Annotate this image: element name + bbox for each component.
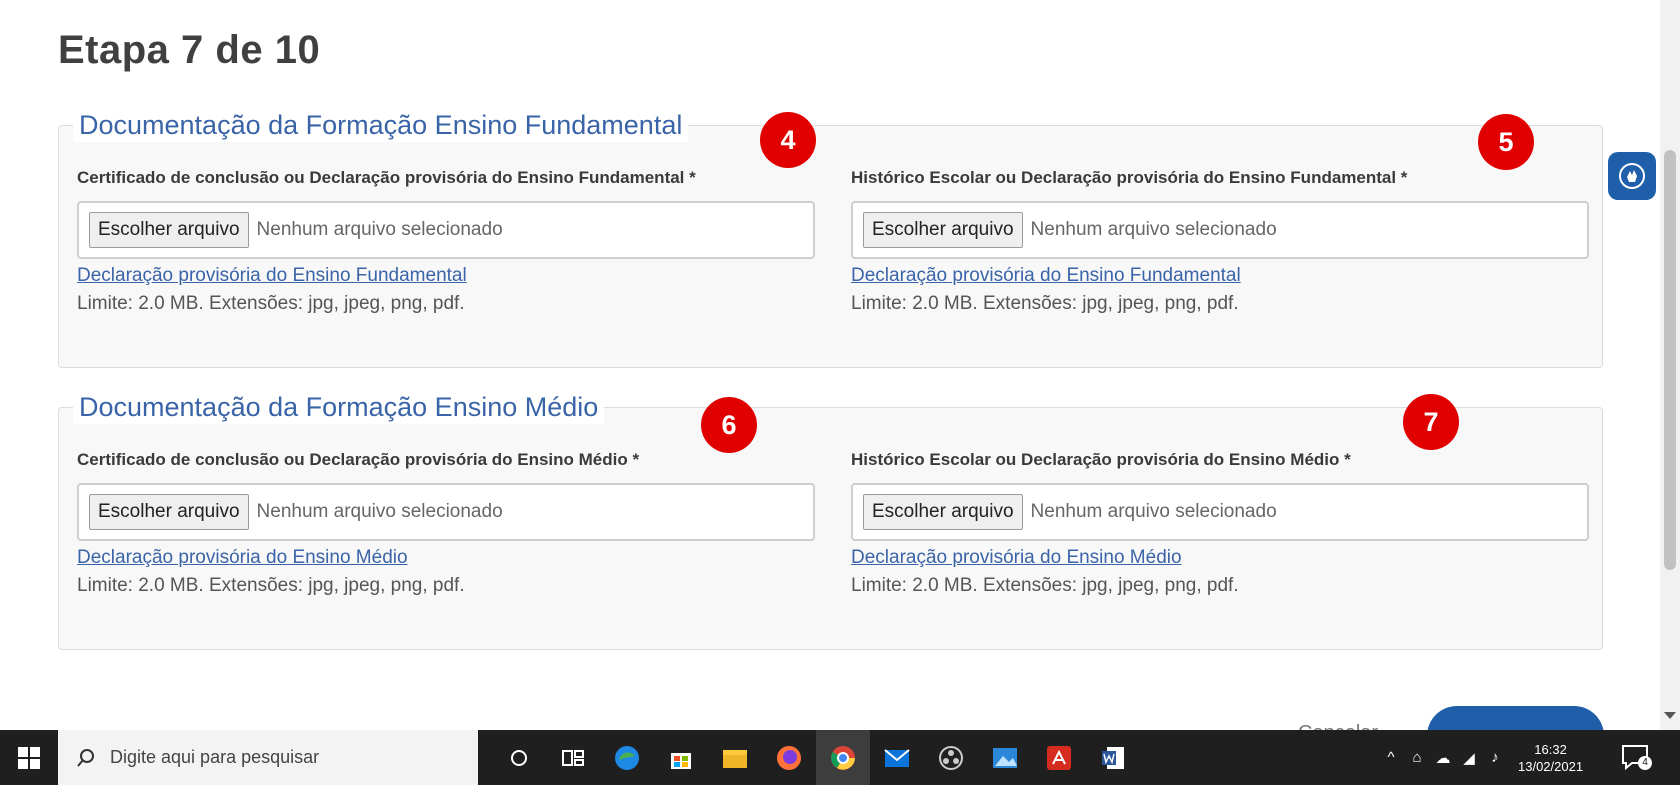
firefox-icon [777,745,801,770]
field-label: Certificado de conclusão ou Declaração p… [77,168,696,187]
pdf-acrobat-icon [1047,745,1071,770]
file-status: Nenhum arquivo selecionado [256,219,503,240]
file-limit-text: Limite: 2.0 MB. Extensões: jpg, jpeg, pn… [77,293,465,314]
taskbar-photos[interactable] [978,730,1032,785]
photos-icon [993,747,1017,768]
system-tray: ^ ⌂ ☁ ◢ ♪ 16:32 13/02/2021 [1378,730,1583,785]
field-label: Histórico Escolar ou Declaração provisór… [851,168,1408,187]
chrome-icon [831,745,855,770]
file-input-certificado-fundamental[interactable]: Escolher arquivo Nenhum arquivo selecion… [77,201,815,259]
browser-page: Etapa 7 de 10 Documentação da Formação E… [0,0,1680,785]
annotation-badge-7: 7 [1403,394,1459,450]
field-certificado-medio: Certificado de conclusão ou Declaração p… [77,450,815,597]
annotation-badge-5: 5 [1478,114,1534,170]
annotation-badge-6: 6 [701,397,757,453]
page-scrollbar[interactable] [1660,0,1680,730]
taskbar-clock[interactable]: 16:32 13/02/2021 [1518,741,1583,775]
declaracao-link[interactable]: Declaração provisória do Ensino Médio [851,547,1182,569]
folder-icon [723,749,747,768]
annotation-badge-4: 4 [760,112,816,168]
obs-record-icon [939,745,963,770]
taskbar-firefox[interactable] [762,730,816,785]
network-icon[interactable]: ◢ [1456,749,1482,767]
notification-center-button[interactable]: 4 [1620,742,1652,772]
taskbar-file-explorer[interactable] [708,730,762,785]
accessibility-button[interactable] [1608,152,1656,200]
taskbar-chrome[interactable] [816,730,870,785]
section-ensino-medio: Documentação da Formação Ensino Médio Ce… [58,390,1603,650]
taskbar-acrobat[interactable] [1032,730,1086,785]
clock-time: 16:32 [1534,741,1567,757]
choose-file-button[interactable]: Escolher arquivo [863,212,1023,248]
file-limit-text: Limite: 2.0 MB. Extensões: jpg, jpeg, pn… [77,575,465,596]
taskbar-search[interactable]: Digite aqui para pesquisar [58,730,478,785]
taskbar-word[interactable] [1086,730,1140,785]
taskbar-store[interactable] [654,730,708,785]
volume-icon[interactable]: ♪ [1482,749,1508,766]
task-view-icon [562,749,584,766]
mail-icon [884,748,910,767]
file-input-historico-medio[interactable]: Escolher arquivo Nenhum arquivo selecion… [851,483,1589,541]
notification-count: 4 [1638,756,1652,770]
cortana-circle-icon [511,749,527,766]
page-title: Etapa 7 de 10 [58,28,321,72]
section-ensino-fundamental: Documentação da Formação Ensino Fundamen… [58,108,1603,368]
task-view-button[interactable] [546,730,600,785]
field-label: Histórico Escolar ou Declaração provisór… [851,450,1351,469]
choose-file-button[interactable]: Escolher arquivo [863,494,1023,530]
start-button[interactable] [0,730,58,785]
taskbar-mail[interactable] [870,730,924,785]
field-label: Certificado de conclusão ou Declaração p… [77,450,640,469]
edge-browser-icon [615,745,639,770]
section-legend: Documentação da Formação Ensino Médio [73,390,605,424]
search-icon [77,748,94,767]
windows-logo-icon [18,746,40,769]
taskbar-obs[interactable] [924,730,978,785]
file-limit-text: Limite: 2.0 MB. Extensões: jpg, jpeg, pn… [851,575,1239,596]
word-doc-icon [1102,746,1124,769]
choose-file-button[interactable]: Escolher arquivo [89,494,249,530]
chevron-up-icon[interactable]: ^ [1378,749,1404,766]
clock-date: 13/02/2021 [1518,758,1584,774]
cortana-button[interactable] [492,730,546,785]
file-status: Nenhum arquivo selecionado [256,501,503,522]
file-limit-text: Limite: 2.0 MB. Extensões: jpg, jpeg, pn… [851,293,1239,314]
windows-taskbar: Digite aqui para pesquisar ^ ⌂ ☁ ◢ ♪ 16:… [0,730,1680,785]
field-certificado-fundamental: Certificado de conclusão ou Declaração p… [77,168,815,315]
store-bag-icon [671,752,691,769]
section-legend: Documentação da Formação Ensino Fundamen… [73,108,689,142]
cloud-icon[interactable]: ☁ [1430,749,1456,767]
declaracao-link[interactable]: Declaração provisória do Ensino Fundamen… [851,265,1241,287]
scroll-down-arrow-icon[interactable] [1664,712,1676,719]
file-input-historico-fundamental[interactable]: Escolher arquivo Nenhum arquivo selecion… [851,201,1589,259]
declaracao-link[interactable]: Declaração provisória do Ensino Médio [77,547,408,569]
field-historico-fundamental: Histórico Escolar ou Declaração provisór… [851,168,1589,315]
scrollbar-thumb[interactable] [1664,150,1676,570]
taskbar-edge[interactable] [600,730,654,785]
search-placeholder: Digite aqui para pesquisar [110,747,320,767]
accessibility-hand-icon [1619,163,1645,189]
file-status: Nenhum arquivo selecionado [1030,501,1277,522]
usb-device-icon[interactable]: ⌂ [1404,749,1430,766]
choose-file-button[interactable]: Escolher arquivo [89,212,249,248]
file-status: Nenhum arquivo selecionado [1030,219,1277,240]
file-input-certificado-medio[interactable]: Escolher arquivo Nenhum arquivo selecion… [77,483,815,541]
declaracao-link[interactable]: Declaração provisória do Ensino Fundamen… [77,265,467,287]
field-historico-medio: Histórico Escolar ou Declaração provisór… [851,450,1589,597]
